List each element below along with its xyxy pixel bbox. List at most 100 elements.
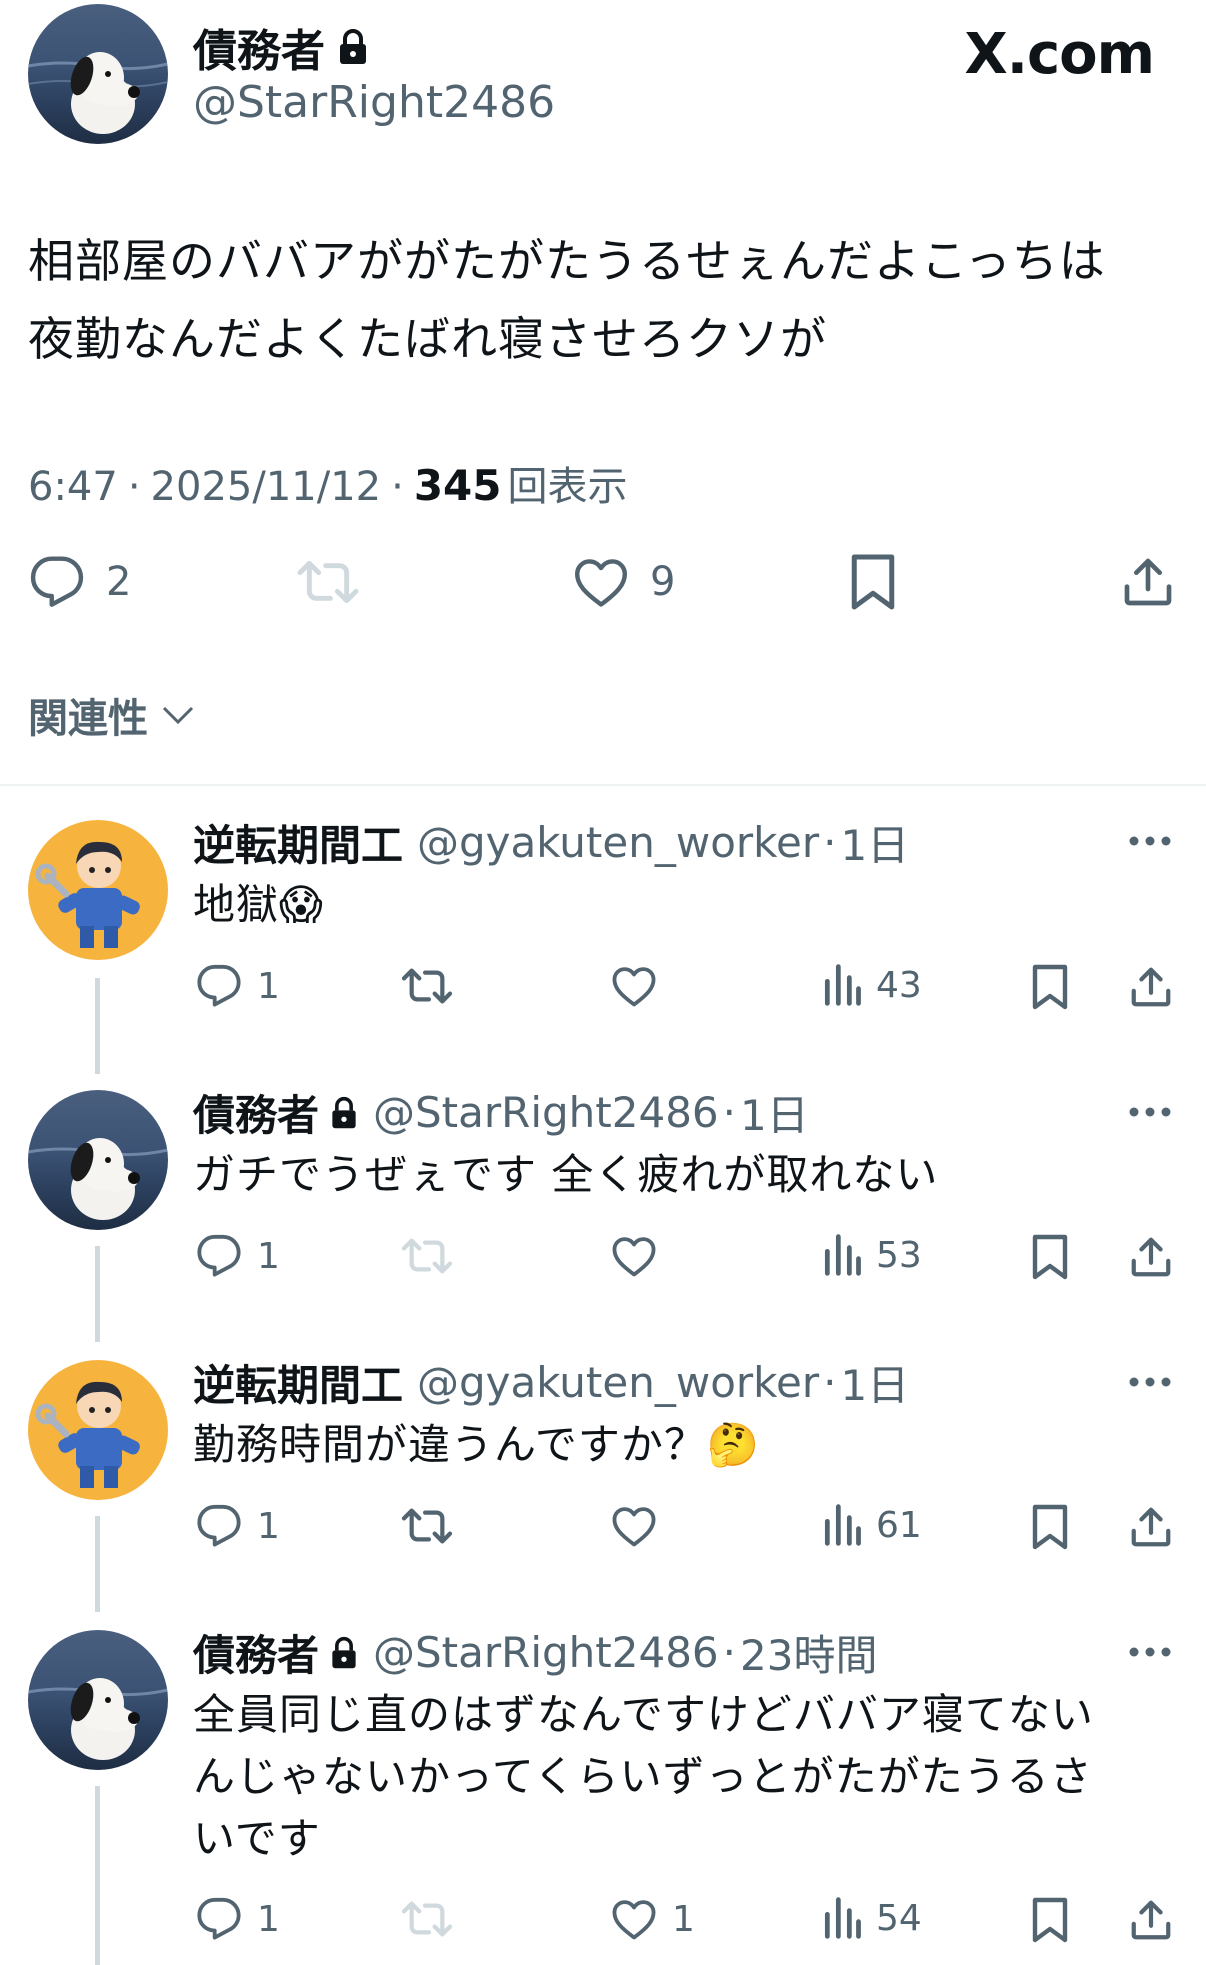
- views-button[interactable]: 53: [822, 1233, 922, 1277]
- share-button[interactable]: [1128, 962, 1174, 1012]
- reply-text-line: いです: [193, 1814, 321, 1863]
- retweet-button[interactable]: [400, 1896, 454, 1942]
- share-icon: [1128, 1502, 1174, 1552]
- x-brand-text: X.com: [964, 22, 1155, 87]
- views-count: 345: [413, 461, 502, 510]
- main-avatar[interactable]: [28, 4, 168, 144]
- retweet-icon: [400, 963, 454, 1009]
- reply-icon: [28, 554, 86, 610]
- reply-handle[interactable]: @gyakuten_worker: [417, 818, 819, 867]
- share-button[interactable]: [1128, 1232, 1174, 1282]
- views-button[interactable]: 54: [822, 1896, 922, 1940]
- tweet-time[interactable]: 6:47: [28, 464, 118, 510]
- reply-text: 地獄😱: [193, 874, 1153, 936]
- reply-icon: [195, 1896, 243, 1942]
- more-icon[interactable]: [1128, 1646, 1172, 1658]
- reply-button[interactable]: 1: [195, 963, 280, 1009]
- retweet-button[interactable]: [400, 963, 454, 1009]
- reply-author-name[interactable]: 債務者: [193, 1622, 359, 1683]
- reply-separator: ·: [823, 818, 837, 867]
- reply-avatar[interactable]: [28, 1090, 168, 1230]
- lock-icon: [337, 28, 369, 66]
- relevance-sort-button[interactable]: 関連性: [28, 686, 196, 744]
- reply-button[interactable]: 1: [195, 1503, 280, 1549]
- snoopy-avatar-image: [28, 52, 168, 134]
- views-icon: [822, 1233, 862, 1277]
- author-name-text[interactable]: 債務者: [193, 15, 325, 79]
- bookmark-icon: [1030, 1502, 1070, 1552]
- tweet-date[interactable]: 2025/11/12: [151, 464, 382, 510]
- main-tweet-text: 相部屋のババアががたがたうるせぇんだよこっちは 夜勤なんだよくたばれ寝させろクソ…: [28, 222, 1178, 378]
- reply-handle[interactable]: @StarRight2486: [373, 1088, 719, 1137]
- thread-line: [95, 1786, 100, 1965]
- reply-header: 債務者 @StarRight2486 · 23時間: [193, 1622, 877, 1683]
- more-icon[interactable]: [1128, 1376, 1172, 1388]
- worker-avatar-image: [35, 1381, 140, 1488]
- like-button[interactable]: 1: [610, 1896, 695, 1942]
- share-button[interactable]: [1120, 552, 1176, 612]
- reply-avatar[interactable]: [28, 1630, 168, 1770]
- retweet-icon: [400, 1503, 454, 1549]
- views-count: 54: [876, 1897, 922, 1939]
- bookmark-button[interactable]: [848, 552, 898, 612]
- lock-icon: [329, 1636, 359, 1670]
- reply-time[interactable]: 1日: [840, 1352, 909, 1413]
- reply-header: 債務者 @StarRight2486 · 1日: [193, 1082, 809, 1143]
- reply-header: 逆転期間工 @gyakuten_worker · 1日: [193, 1352, 909, 1413]
- views-button[interactable]: 61: [822, 1503, 922, 1547]
- reply-button[interactable]: 1: [195, 1896, 280, 1942]
- like-icon: [610, 1503, 658, 1549]
- like-button[interactable]: 9: [572, 554, 675, 610]
- reply-author-name[interactable]: 逆転期間工: [193, 812, 403, 873]
- share-button[interactable]: [1128, 1895, 1174, 1945]
- more-icon[interactable]: [1128, 1106, 1172, 1118]
- bookmark-button[interactable]: [1030, 962, 1070, 1012]
- like-button[interactable]: [610, 1233, 658, 1279]
- main-handle[interactable]: @StarRight2486: [193, 77, 555, 128]
- lock-icon: [329, 1096, 359, 1130]
- reply-author-name-text[interactable]: 債務者: [193, 1082, 319, 1143]
- reply-time[interactable]: 1日: [740, 1082, 809, 1143]
- reply-time[interactable]: 23時間: [740, 1622, 877, 1683]
- reply-handle[interactable]: @gyakuten_worker: [417, 1358, 819, 1407]
- reply-time[interactable]: 1日: [840, 812, 909, 873]
- meta-separator: ·: [391, 464, 404, 510]
- reply-count: 2: [106, 559, 132, 605]
- reply-author-name[interactable]: 債務者: [193, 1082, 359, 1143]
- retweet-button[interactable]: [296, 554, 360, 610]
- main-action-bar: 2 9: [0, 548, 1206, 618]
- share-button[interactable]: [1128, 1502, 1174, 1552]
- more-icon[interactable]: [1128, 835, 1172, 847]
- share-icon: [1128, 1232, 1174, 1282]
- views-icon: [822, 1896, 862, 1940]
- bookmark-button[interactable]: [1030, 1232, 1070, 1282]
- reply-button[interactable]: 2: [28, 554, 131, 610]
- bookmark-icon: [848, 552, 898, 612]
- reply-avatar[interactable]: [28, 1360, 168, 1500]
- chevron-down-icon: [160, 703, 196, 727]
- retweet-icon: [400, 1233, 454, 1279]
- reply-text-line: んじゃないかってくらいずっとがたがたうるさ: [193, 1752, 1093, 1801]
- bookmark-icon: [1030, 1895, 1070, 1945]
- retweet-button[interactable]: [400, 1233, 454, 1279]
- share-icon: [1128, 962, 1174, 1012]
- views-button[interactable]: 43: [822, 963, 922, 1007]
- reply-author-name[interactable]: 逆転期間工: [193, 1352, 403, 1413]
- bookmark-button[interactable]: [1030, 1502, 1070, 1552]
- retweet-button[interactable]: [400, 1503, 454, 1549]
- reply-count: 1: [257, 1235, 280, 1277]
- main-author-name[interactable]: 債務者: [193, 15, 369, 79]
- bookmark-button[interactable]: [1030, 1895, 1070, 1945]
- reply-avatar[interactable]: [28, 820, 168, 960]
- thread-line: [95, 978, 100, 1074]
- views-count: 43: [876, 964, 922, 1006]
- reply-author-name-text[interactable]: 債務者: [193, 1622, 319, 1683]
- bookmark-icon: [1030, 962, 1070, 1012]
- retweet-icon: [296, 554, 360, 610]
- like-button[interactable]: [610, 1503, 658, 1549]
- tweet-meta: 6:47 · 2025/11/12 · 345 回表示: [28, 454, 627, 512]
- reply-separator: ·: [722, 1628, 736, 1677]
- reply-button[interactable]: 1: [195, 1233, 280, 1279]
- reply-handle[interactable]: @StarRight2486: [373, 1628, 719, 1677]
- like-button[interactable]: [610, 963, 658, 1009]
